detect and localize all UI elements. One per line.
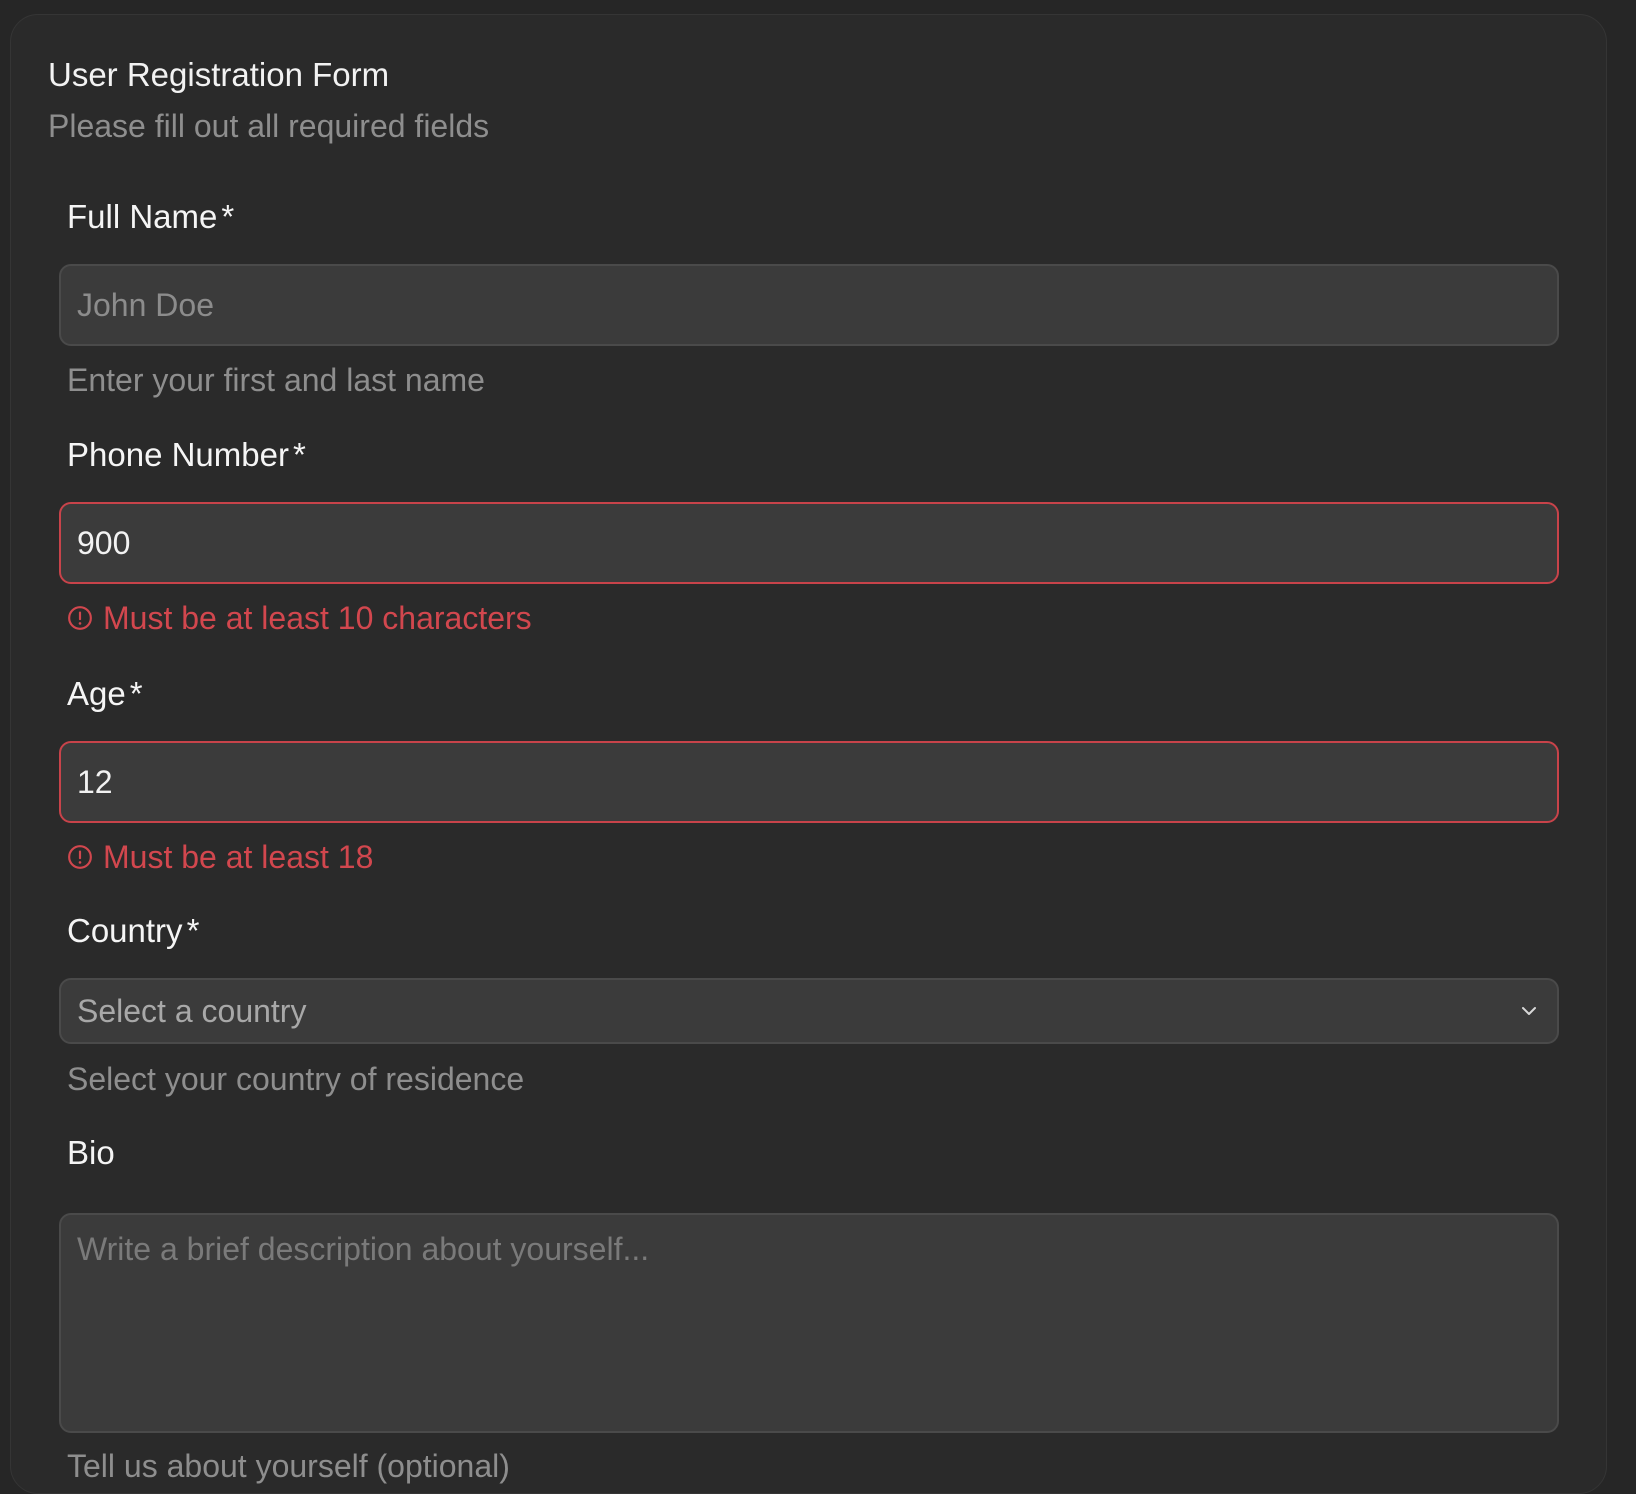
age-label-text: Age [67, 675, 126, 712]
bio-label: Bio [67, 1134, 115, 1171]
form-title: User Registration Form [48, 56, 390, 93]
phone-number-input[interactable] [59, 502, 1559, 584]
age-error-text: Must be at least 18 [103, 839, 374, 875]
age-input[interactable] [59, 741, 1559, 823]
alert-circle-icon [68, 845, 92, 870]
country-hint: Select your country of residence [67, 1061, 525, 1097]
required-marker: * [186, 912, 200, 949]
required-marker: * [129, 675, 143, 712]
form-subtitle: Please fill out all required fields [48, 108, 490, 144]
age-error: Must be at least 18 [67, 838, 373, 876]
full-name-label: Full Name * [67, 197, 234, 237]
full-name-input[interactable] [59, 264, 1559, 346]
phone-error-text: Must be at least 10 characters [103, 600, 532, 636]
phone-error: Must be at least 10 characters [67, 599, 532, 637]
required-marker: * [292, 436, 306, 473]
country-label: Country * [67, 911, 199, 951]
phone-label: Phone Number * [67, 435, 306, 475]
full-name-label-text: Full Name [67, 198, 218, 235]
country-label-text: Country [67, 912, 183, 949]
chevron-down-icon [1522, 1007, 1536, 1015]
phone-label-text: Phone Number [67, 436, 289, 473]
required-marker: * [221, 198, 235, 235]
registration-form-card: User Registration Form Please fill out a… [10, 14, 1607, 1494]
country-select[interactable]: Select a country [59, 978, 1559, 1044]
alert-circle-icon [68, 606, 92, 631]
bio-hint: Tell us about yourself (optional) [67, 1448, 510, 1484]
country-select-value: Select a country [77, 992, 307, 1029]
full-name-hint: Enter your first and last name [67, 362, 485, 398]
age-label: Age * [67, 674, 143, 714]
bio-textarea[interactable] [59, 1213, 1559, 1433]
